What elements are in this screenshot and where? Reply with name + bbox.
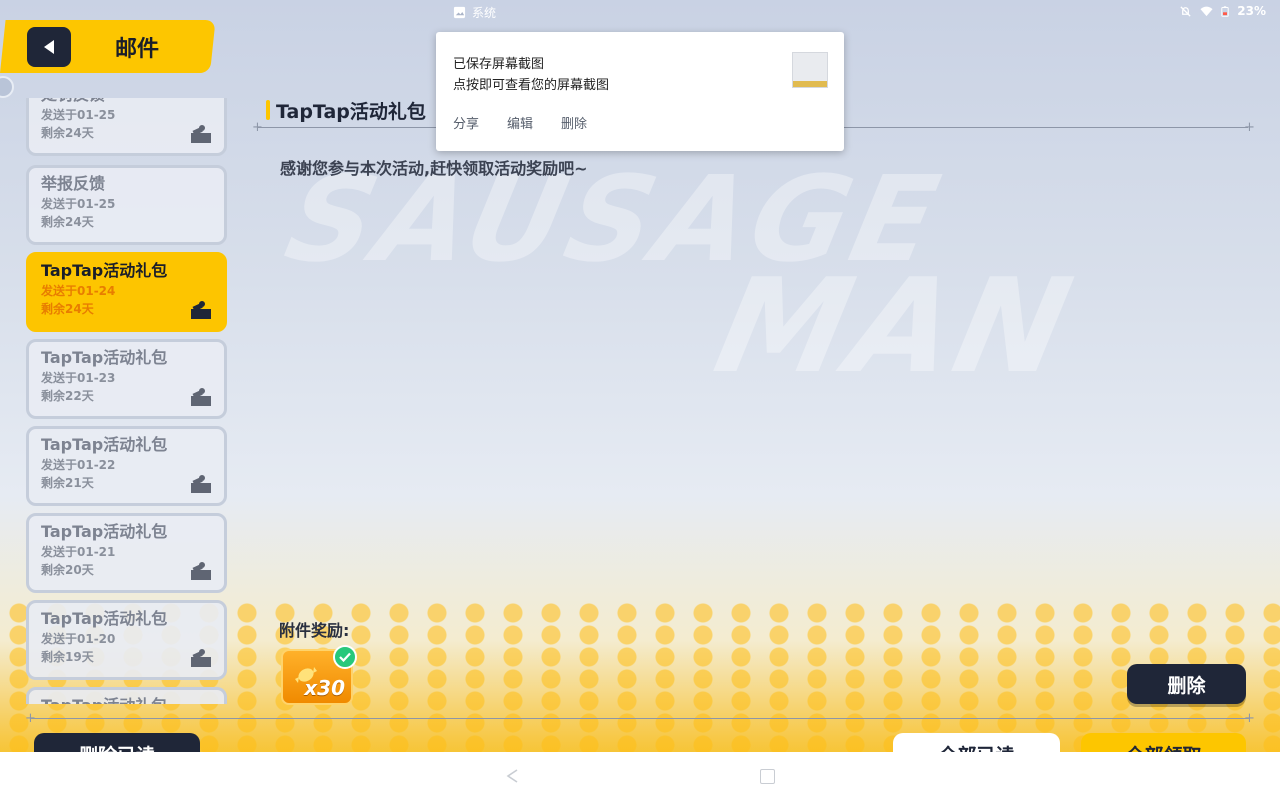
header: 邮件 [0,20,210,73]
mail-item[interactable]: TapTap活动礼包 发送于01-20 剩余19天 [26,600,227,680]
wifi-icon [1200,6,1213,16]
status-notification-source: 系统 [453,4,496,21]
nav-back-icon[interactable] [504,768,520,784]
side-handle[interactable] [0,76,14,98]
mail-item-title: 举报反馈 [41,174,106,193]
claimed-check-icon [333,645,357,669]
gift-icon [191,649,211,667]
notification-edit-button[interactable]: 编辑 [507,113,533,132]
mail-item[interactable]: TapTap活动礼包 发送于01-21 剩余20天 [26,513,227,593]
mail-item[interactable]: TapTap活动礼包 发送于01-23 剩余22天 [26,339,227,419]
battery-icon [1221,5,1229,17]
mail-detail-body: 感谢您参与本次活动,赶快领取活动奖励吧~ [280,159,588,178]
mail-item-title: TapTap活动礼包 [41,609,168,628]
status-icons: 23% [1179,4,1266,18]
battery-level: 23% [1237,4,1266,18]
mail-item-title: TapTap活动礼包 [41,435,168,454]
bottom-divider [30,718,1250,719]
status-app-label: 系统 [472,6,497,20]
notification-share-button[interactable]: 分享 [453,113,479,132]
mail-item[interactable]: TapTap活动礼包 发送于01-22 剩余21天 [26,426,227,506]
mail-item[interactable]: 举报反馈 发送于01-25 剩余24天 [26,165,227,245]
gift-icon [191,475,211,493]
mail-item-remaining: 剩余22天 [41,389,94,403]
title-accent-bar [266,100,270,120]
gift-icon [191,562,211,580]
mail-item-title: TapTap活动礼包 [41,348,168,367]
nav-home-icon[interactable] [760,769,775,784]
notification-actions: 分享 编辑 删除 [453,113,587,132]
divider-plus-icon: + [1244,120,1255,135]
mail-item-sent-date: 发送于01-24 [41,284,116,298]
mail-detail-title: TapTap活动礼包 [276,101,426,123]
back-button[interactable] [27,26,71,67]
gift-icon [191,388,211,406]
mail-item-remaining: 剩余21天 [41,476,94,490]
mute-notifications-icon [1180,5,1191,17]
screenshot-notification[interactable]: 已保存屏幕截图 点按即可查看您的屏幕截图 分享 编辑 删除 [436,32,844,151]
divider-plus-icon: + [1244,711,1255,726]
mail-item-selected[interactable]: TapTap活动礼包 发送于01-24 剩余24天 [26,252,227,332]
back-arrow-icon [44,39,54,54]
gift-icon [191,125,211,143]
gift-icon [191,301,211,319]
mail-item[interactable]: TapTap活动礼包 [26,687,227,704]
background-logo-man: MAN [703,250,1087,402]
mail-item-sent-date: 发送于01-25 [41,197,116,211]
mail-item-sent-date: 发送于01-20 [41,632,116,646]
notification-delete-button[interactable]: 删除 [561,113,587,132]
mail-item-title: TapTap活动礼包 [41,695,212,704]
screenshot-thumbnail[interactable] [792,52,828,88]
mail-item-remaining: 剩余19天 [41,650,94,664]
mail-item-remaining: 剩余24天 [41,126,94,140]
image-icon [453,6,466,19]
mail-list[interactable]: 处罚反馈 发送于01-25 剩余24天 举报反馈 发送于01-25 剩余24天 … [26,98,228,704]
notification-title: 已保存屏幕截图 [453,57,545,72]
system-navigation-bar [0,752,1280,800]
mail-item-remaining: 剩余20天 [41,563,94,577]
mail-item-remaining: 剩余24天 [41,215,94,229]
mail-item-title: TapTap活动礼包 [41,522,168,541]
notification-text: 点按即可查看您的屏幕截图 [453,78,610,93]
mail-item-title: TapTap活动礼包 [41,261,168,280]
delete-button[interactable]: 删除 [1127,664,1246,704]
page-title: 邮件 [115,36,160,62]
mail-item-title: 处罚反馈 [41,98,212,106]
divider-plus-icon: + [25,711,36,726]
divider-plus-icon: + [252,120,263,135]
attachment-label: 附件奖励: [279,621,350,640]
mail-item-sent-date: 发送于01-21 [41,545,116,559]
mail-item-sent-date: 发送于01-22 [41,458,116,472]
mail-item-remaining: 剩余24天 [41,302,94,316]
mail-item-sent-date: 发送于01-25 [41,108,116,122]
reward-quantity: x30 [304,676,345,700]
mail-item[interactable]: 处罚反馈 发送于01-25 剩余24天 [26,98,227,156]
mail-item-sent-date: 发送于01-23 [41,371,116,385]
